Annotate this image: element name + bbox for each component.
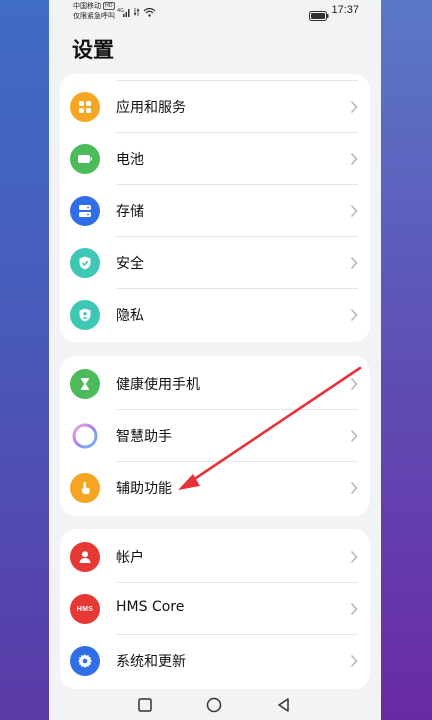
item-label: 隐私: [116, 308, 144, 324]
privacy-icon: [70, 300, 100, 330]
emergency-only-text: 仅限紧急呼叫: [73, 12, 115, 20]
settings-gear-icon: [70, 646, 100, 676]
chevron-right-icon: [350, 654, 358, 668]
navigation-bar: [49, 690, 381, 720]
item-label: 帐户: [116, 550, 144, 566]
chevron-right-icon: [350, 429, 358, 443]
chevron-right-icon: [350, 550, 358, 564]
chevron-right-icon: [350, 256, 358, 270]
item-label: HMS Core: [116, 599, 185, 615]
status-bar: 中国移动 HD 仅限紧急呼叫 4G 17:37: [49, 0, 381, 24]
background-left: [0, 0, 49, 720]
account-icon: [70, 542, 100, 572]
hms-icon: HMS: [70, 594, 100, 624]
item-label: 健康使用手机: [116, 377, 200, 393]
chevron-right-icon: [350, 377, 358, 391]
home-button[interactable]: [206, 697, 222, 713]
signal-icon: 4G: [117, 8, 130, 17]
settings-item-accessibility[interactable]: 辅助功能: [60, 462, 370, 514]
back-button[interactable]: [276, 697, 292, 713]
settings-item-digital-balance[interactable]: 健康使用手机: [60, 358, 370, 410]
settings-item-apps-services[interactable]: 应用和服务: [60, 81, 370, 133]
hourglass-icon: [70, 369, 100, 399]
chevron-right-icon: [350, 204, 358, 218]
battery-icon: [70, 144, 100, 174]
chevron-right-icon: [350, 602, 358, 616]
page-title: 设置: [72, 38, 114, 62]
settings-item-privacy[interactable]: 隐私: [60, 289, 370, 341]
settings-group-3: 帐户 HMS HMS Core 系统和更新: [60, 529, 370, 689]
settings-item-hms-core[interactable]: HMS HMS Core: [60, 583, 370, 635]
carrier-name: 中国移动: [73, 2, 101, 10]
assistant-icon: [70, 421, 100, 451]
settings-group-2: 健康使用手机 智慧助手 辅助功能: [60, 356, 370, 516]
chevron-right-icon: [350, 308, 358, 322]
storage-icon: [70, 196, 100, 226]
battery-status-icon: [309, 6, 329, 25]
apps-icon: [70, 92, 100, 122]
signal-icons: 4G: [117, 5, 156, 17]
background-right: [381, 0, 432, 720]
settings-item-battery[interactable]: 电池: [60, 133, 370, 185]
shield-icon: [70, 248, 100, 278]
settings-item-smart-assistant[interactable]: 智慧助手: [60, 410, 370, 462]
item-label: 辅助功能: [116, 481, 172, 497]
svg-text:4G: 4G: [117, 8, 124, 14]
settings-group-1: 应用和服务 电池 存储 安全 隐私: [60, 74, 370, 342]
chevron-right-icon: [350, 481, 358, 495]
chevron-right-icon: [350, 152, 358, 166]
data-activity-icon: [134, 8, 140, 16]
carrier-info: 中国移动 HD 仅限紧急呼叫: [73, 1, 115, 21]
settings-item-account[interactable]: 帐户: [60, 531, 370, 583]
chevron-right-icon: [350, 100, 358, 114]
recents-button[interactable]: [137, 697, 153, 713]
item-label: 智慧助手: [116, 429, 172, 445]
item-label: 存储: [116, 204, 144, 220]
item-label: 应用和服务: [116, 100, 186, 116]
phone-screen: 中国移动 HD 仅限紧急呼叫 4G 17:37 设置 应用和服务 电池 存储 安…: [49, 0, 381, 720]
item-label: 安全: [116, 256, 144, 272]
settings-item-storage[interactable]: 存储: [60, 185, 370, 237]
accessibility-icon: [70, 473, 100, 503]
settings-item-security[interactable]: 安全: [60, 237, 370, 289]
item-label: 系统和更新: [116, 654, 186, 670]
item-label: 电池: [116, 152, 144, 168]
hms-icon-text: HMS: [76, 605, 94, 613]
settings-item-system-updates[interactable]: 系统和更新: [60, 635, 370, 687]
hd-badge: HD: [103, 2, 115, 10]
wifi-icon: [143, 7, 156, 17]
status-time: 17:37: [331, 4, 359, 16]
